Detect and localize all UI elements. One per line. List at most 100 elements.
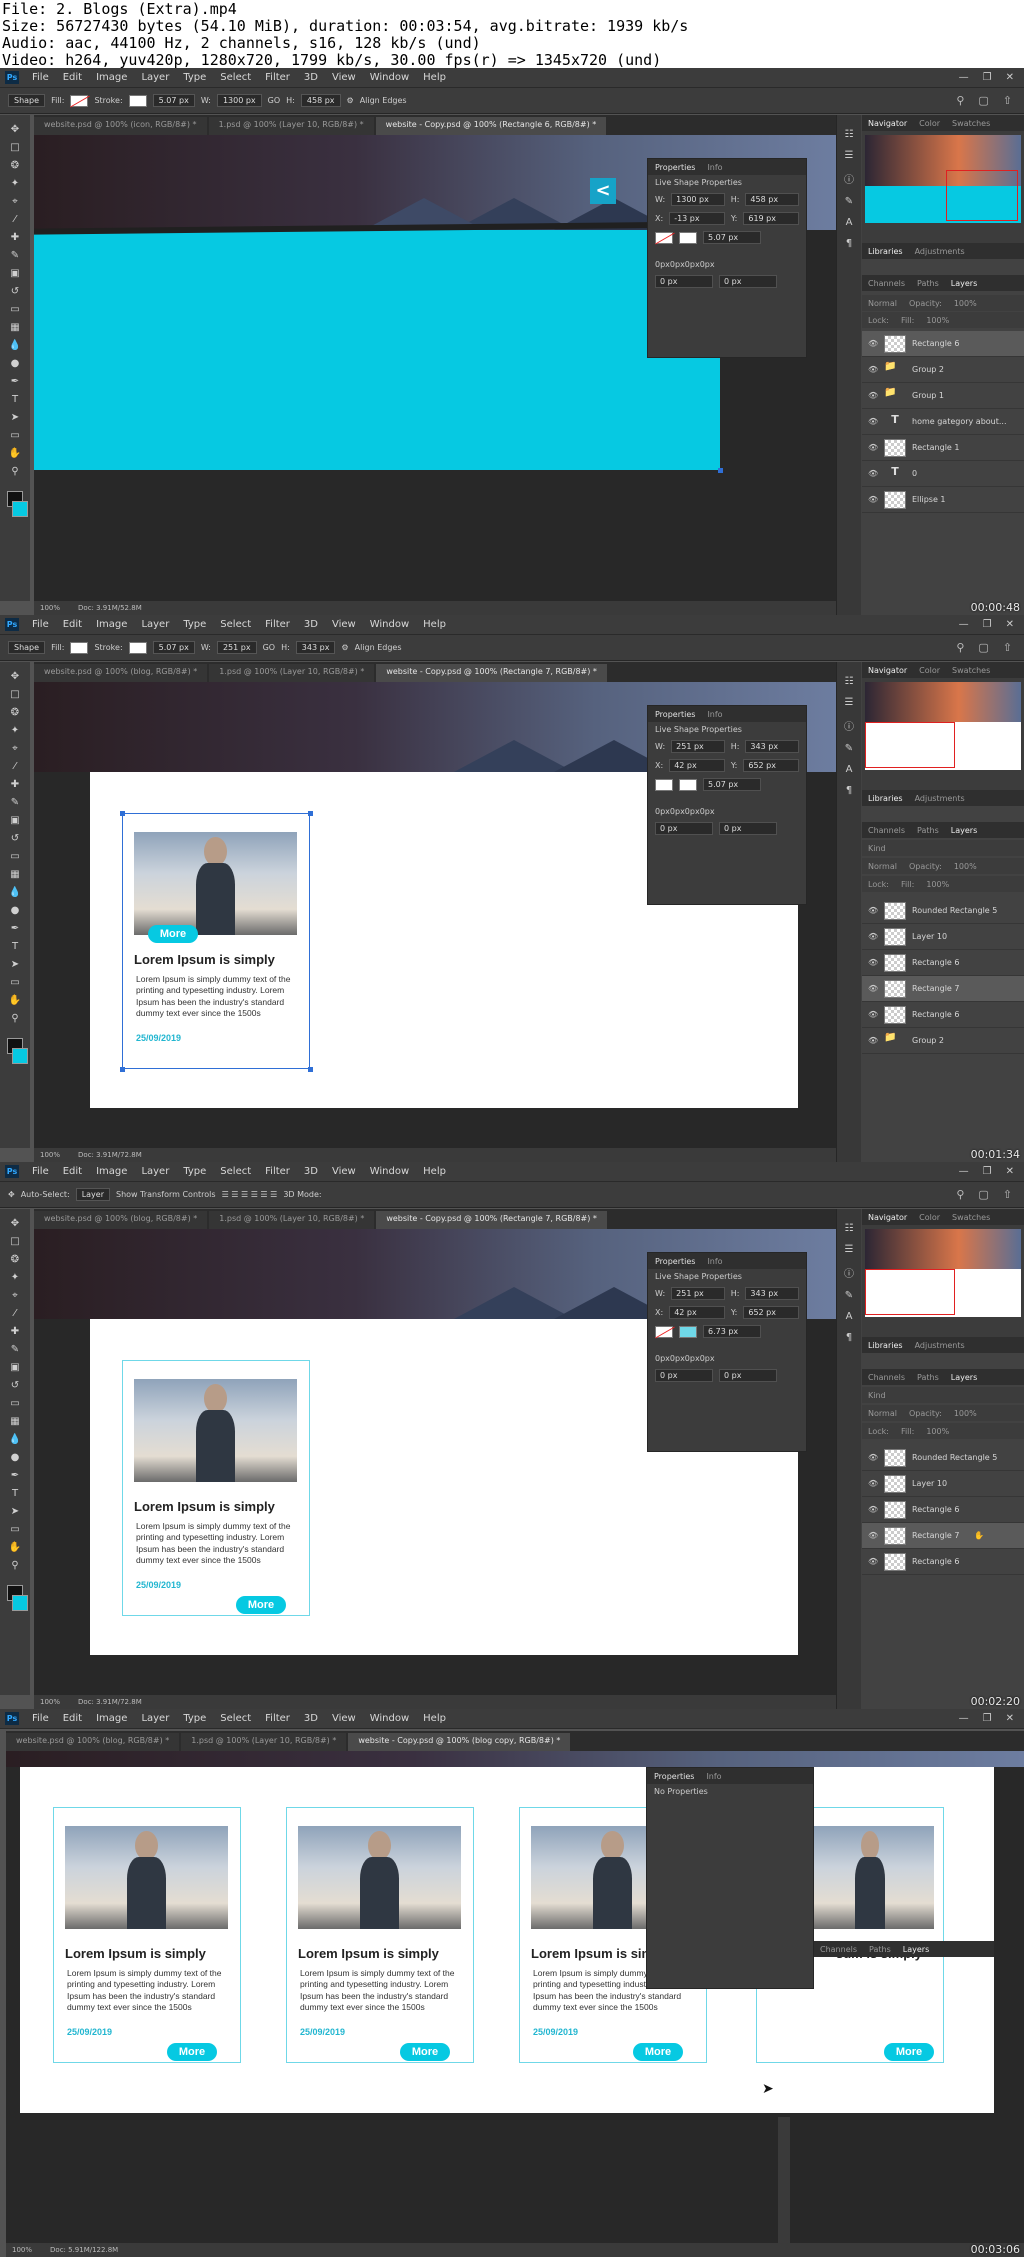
dodge-icon[interactable]: ● — [8, 357, 22, 371]
info-tab[interactable]: Info — [707, 710, 722, 719]
menu-type[interactable]: Type — [176, 1713, 213, 1724]
color-tab[interactable]: Color — [919, 1213, 940, 1222]
channels-tab[interactable]: Channels — [868, 279, 905, 288]
eye-icon[interactable]: 👁 — [868, 339, 878, 348]
properties-icon[interactable]: ☰ — [845, 697, 854, 708]
layer-row[interactable]: 👁 Rectangle 7 ✋ — [862, 1523, 1024, 1549]
menu-window[interactable]: Window — [363, 72, 416, 83]
menu-help[interactable]: Help — [416, 72, 453, 83]
eraser-icon[interactable]: ▭ — [8, 1397, 22, 1411]
doc-tab[interactable]: 1.psd @ 100% (Layer 10, RGB/8#) * — [181, 1733, 347, 1751]
hand-icon[interactable]: ✋ — [8, 1541, 22, 1555]
adjustments-tab[interactable]: Adjustments — [915, 794, 965, 803]
menu-image[interactable]: Image — [89, 72, 134, 83]
search-icon[interactable]: ⚲ — [956, 641, 964, 654]
transform-handle[interactable] — [120, 1067, 125, 1072]
navigator-tab[interactable]: Navigator — [868, 119, 907, 128]
gradient-icon[interactable]: ▦ — [8, 1415, 22, 1429]
color-tab[interactable]: Color — [919, 666, 940, 675]
path-select-icon[interactable]: ➤ — [8, 411, 22, 425]
layer-row[interactable]: 👁 Rectangle 7 — [862, 976, 1024, 1002]
eye-icon[interactable]: 👁 — [868, 958, 878, 967]
pen-icon[interactable]: ✒ — [8, 922, 22, 936]
menu-image[interactable]: Image — [89, 1713, 134, 1724]
menu-3d[interactable]: 3D — [297, 72, 325, 83]
layer-row[interactable]: 👁 Rectangle 6 — [862, 1002, 1024, 1028]
libraries-tab[interactable]: Libraries — [868, 1341, 903, 1350]
hand-icon[interactable]: ✋ — [8, 447, 22, 461]
transform-handle[interactable] — [120, 811, 125, 816]
blur-icon[interactable]: 💧 — [8, 1433, 22, 1447]
menu-view[interactable]: View — [325, 1166, 363, 1177]
brush-icon[interactable]: ✎ — [8, 796, 22, 810]
swatches-tab[interactable]: Swatches — [952, 119, 990, 128]
properties-tab[interactable]: Properties — [655, 1257, 695, 1266]
menu-layer[interactable]: Layer — [134, 72, 176, 83]
eraser-icon[interactable]: ▭ — [8, 850, 22, 864]
menu-3d[interactable]: 3D — [297, 1713, 325, 1724]
marquee-tool-icon[interactable]: □ — [8, 688, 22, 702]
stroke-width-input[interactable]: 5.07 px — [152, 641, 195, 654]
brush-icon[interactable]: ✎ — [8, 1343, 22, 1357]
align-icons[interactable]: ☰ ☰ ☰ ☰ ☰ ☰ — [222, 1190, 278, 1199]
tool-mode-select[interactable]: Shape — [8, 641, 46, 654]
navigator-view-box[interactable] — [865, 1268, 956, 1316]
menu-filter[interactable]: Filter — [258, 1166, 297, 1177]
opacity-value[interactable]: 100% — [954, 299, 977, 308]
more-button[interactable]: More — [400, 2043, 450, 2061]
brush-panel-icon[interactable]: ✎ — [845, 196, 853, 207]
stroke-swatch[interactable] — [128, 641, 147, 654]
stamp-icon[interactable]: ▣ — [8, 814, 22, 828]
doc-tab-active[interactable]: website - Copy.psd @ 100% (Rectangle 7, … — [376, 1211, 607, 1229]
layer-row[interactable]: 👁 Rectangle 6 — [862, 950, 1024, 976]
share-icon[interactable]: ⇧ — [1003, 94, 1012, 107]
magic-wand-icon[interactable]: ✦ — [8, 1271, 22, 1285]
minimize-icon[interactable]: — — [959, 72, 969, 83]
menu-3d[interactable]: 3D — [297, 1166, 325, 1177]
eyedropper-icon[interactable]: ⁄ — [8, 760, 22, 774]
layer-row[interactable]: 👁 📁 Group 2 — [862, 357, 1024, 383]
layer-row[interactable]: 👁 Rectangle 6 — [862, 1497, 1024, 1523]
transform-handle[interactable] — [718, 468, 723, 473]
hand-icon[interactable]: ✋ — [8, 994, 22, 1008]
zoom-level[interactable]: 100% — [12, 2246, 32, 2254]
doc-tab-active[interactable]: website - Copy.psd @ 100% (Rectangle 7, … — [376, 664, 607, 682]
eye-icon[interactable]: 👁 — [868, 1505, 878, 1514]
adjustments-tab[interactable]: Adjustments — [915, 247, 965, 256]
prop-stroke-width[interactable]: 5.07 px — [703, 778, 761, 791]
properties-tab[interactable]: Properties — [654, 1772, 694, 1781]
adjustments-tab[interactable]: Adjustments — [915, 1341, 965, 1350]
menu-help[interactable]: Help — [416, 1166, 453, 1177]
fill-swatch[interactable] — [70, 641, 89, 654]
para-icon[interactable]: ¶ — [846, 785, 852, 796]
history-brush-icon[interactable]: ↺ — [8, 1379, 22, 1393]
prop-radius-2[interactable]: 0 px — [719, 822, 777, 835]
navigator-thumbnail[interactable] — [865, 1229, 1021, 1317]
menu-window[interactable]: Window — [363, 619, 416, 630]
prop-width[interactable]: 251 px — [671, 740, 725, 753]
char-icon[interactable]: A — [846, 1311, 853, 1322]
gear-icon[interactable]: ⚙ — [341, 643, 348, 652]
prop-stroke-width[interactable]: 5.07 px — [703, 231, 761, 244]
menu-select[interactable]: Select — [213, 619, 258, 630]
paths-tab[interactable]: Paths — [917, 279, 939, 288]
layers-tab[interactable]: Layers — [951, 826, 977, 835]
eye-icon[interactable]: 👁 — [868, 1010, 878, 1019]
more-button[interactable]: More — [633, 2043, 683, 2061]
para-icon[interactable]: ¶ — [846, 1332, 852, 1343]
libraries-tab[interactable]: Libraries — [868, 247, 903, 256]
menu-edit[interactable]: Edit — [56, 1713, 89, 1724]
paths-tab[interactable]: Paths — [869, 1945, 891, 1954]
menu-3d[interactable]: 3D — [297, 619, 325, 630]
libraries-tab[interactable]: Libraries — [868, 794, 903, 803]
lasso-tool-icon[interactable]: ❂ — [8, 159, 22, 173]
zoom-level[interactable]: 100% — [40, 1151, 60, 1159]
background-color[interactable] — [12, 1595, 28, 1611]
prop-x[interactable]: -13 px — [669, 212, 725, 225]
prop-fill-swatch[interactable] — [655, 778, 673, 791]
workspace-icon[interactable]: ▢ — [978, 1188, 988, 1201]
transform-handle[interactable] — [308, 1067, 313, 1072]
prop-width[interactable]: 251 px — [671, 1287, 725, 1300]
doc-tab[interactable]: website.psd @ 100% (blog, RGB/8#) * — [34, 1211, 208, 1229]
prop-y[interactable]: 652 px — [743, 759, 799, 772]
